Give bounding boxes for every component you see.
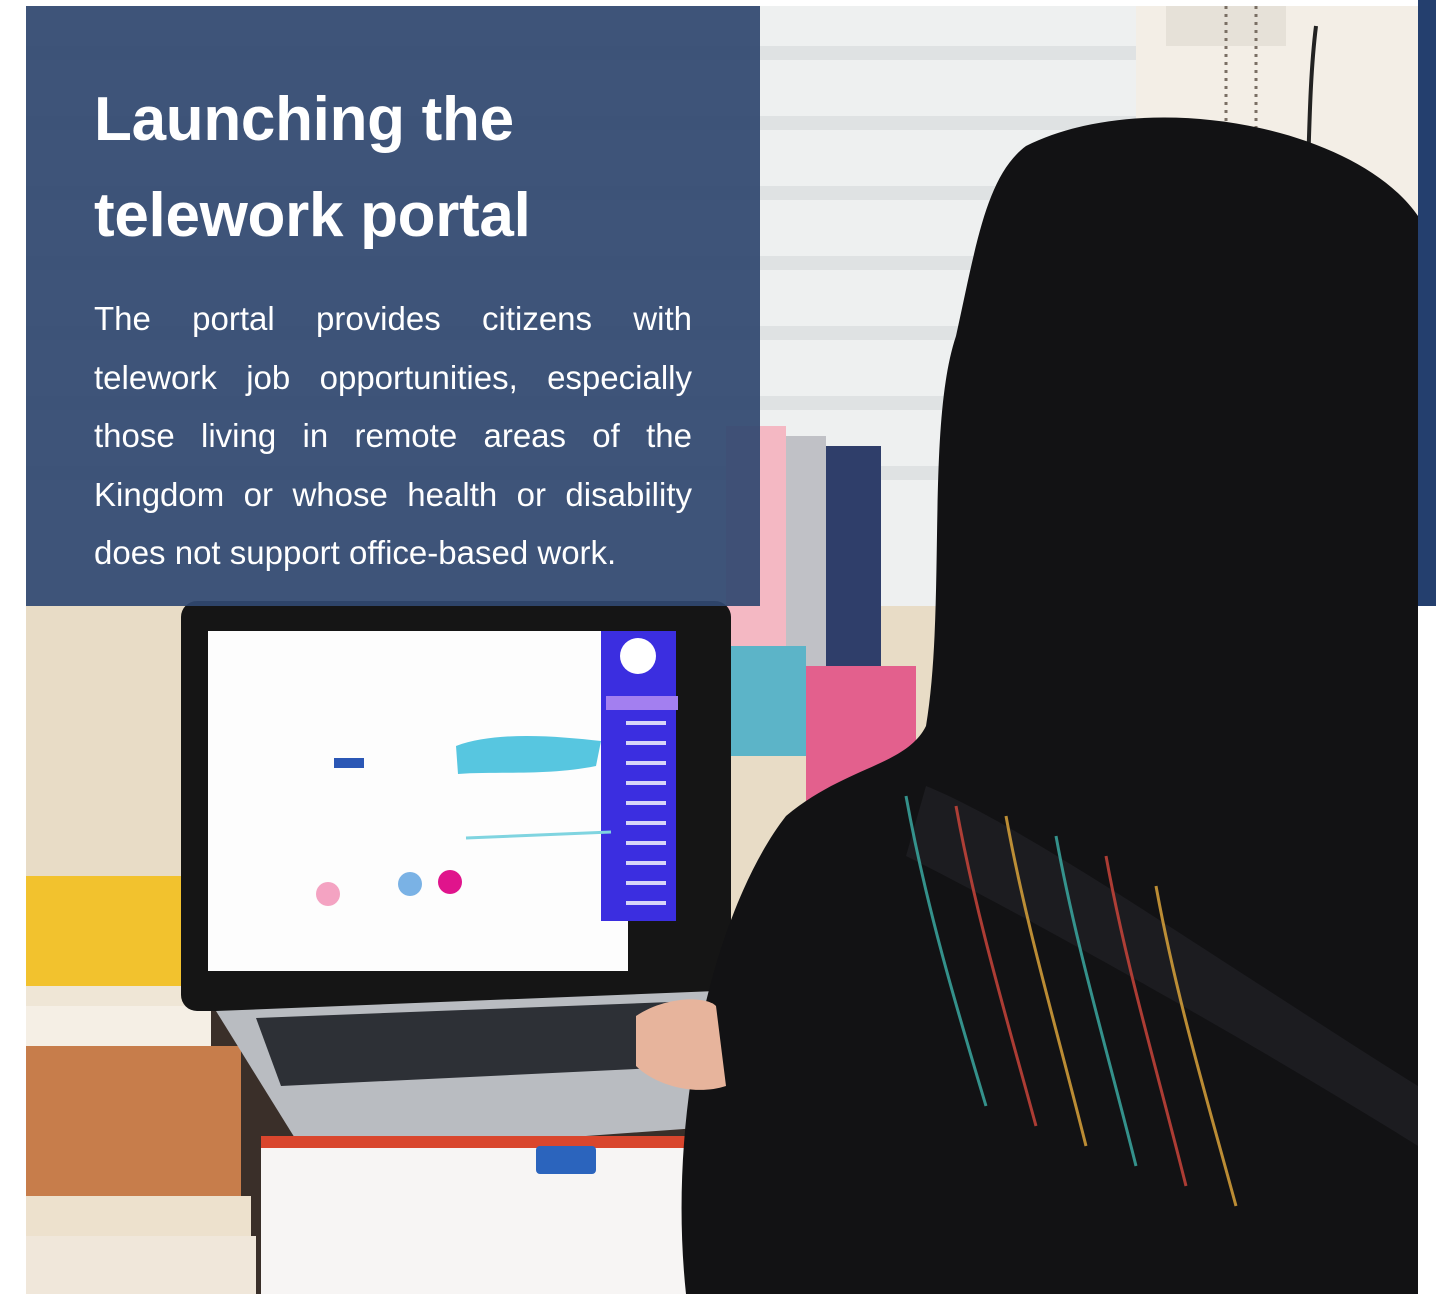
body-paragraph: The portal provides citizens with telewo… [94, 300, 692, 571]
text-overlay-panel: Launching the telework portal The portal… [26, 6, 760, 606]
page-title-line-2: telework portal [94, 181, 531, 250]
accent-strip [1418, 0, 1436, 606]
page-title-line-1: Launching the [94, 85, 514, 154]
page-title: Launching the telework portal [94, 72, 692, 264]
